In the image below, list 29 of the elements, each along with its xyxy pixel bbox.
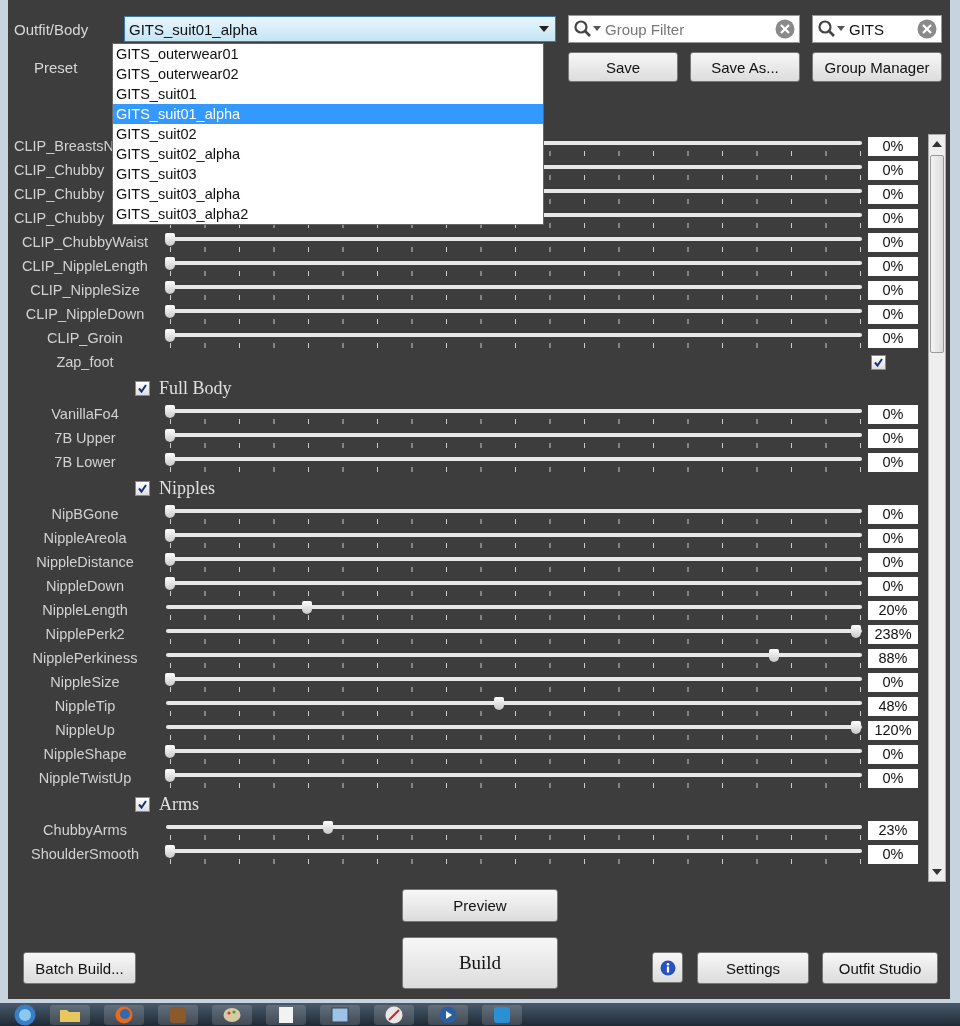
slider-label: CLIP_NippleSize	[29, 282, 141, 298]
slider-label: NippleTwistUp	[37, 770, 133, 786]
slider-label: NipplePerkiness	[31, 650, 139, 666]
slider-label: NippleUp	[54, 722, 116, 738]
slider-label: CLIP_NippleDown	[24, 306, 146, 322]
slider-label: NippleSize	[49, 674, 121, 690]
group-label: Arms	[159, 793, 199, 815]
group-label: Nipples	[159, 477, 215, 499]
slider-label: VanillaFo4	[50, 406, 120, 422]
slider-label: 7B Upper	[53, 430, 117, 446]
slider-label: NipBGone	[50, 506, 120, 522]
field-label: Outfit/Body	[14, 20, 90, 38]
group-label: Full Body	[159, 377, 232, 399]
slider-label: NippleDistance	[35, 554, 135, 570]
slider-label: 7B Lower	[53, 454, 117, 470]
slider-label: NippleAreola	[42, 530, 128, 546]
slider-label: NipplePerk2	[44, 626, 126, 642]
slider-label: NippleDown	[44, 578, 126, 594]
slider-label: NippleShape	[42, 746, 128, 762]
slider-label: NippleTip	[53, 698, 117, 714]
slider-label: Zap_foot	[55, 354, 115, 370]
slider-label: CLIP_BreastsN	[13, 138, 115, 154]
slider-label: CLIP_NippleLength	[21, 258, 149, 274]
slider-label: NippleLength	[41, 602, 129, 618]
slider-label: CLIP_Groin	[46, 330, 124, 346]
field-label: Preset	[33, 58, 79, 76]
slider-label: CLIP_ChubbyWaist	[21, 234, 149, 250]
slider-label: ShoulderSmooth	[30, 846, 140, 862]
slider-label: ChubbyArms	[42, 822, 128, 838]
